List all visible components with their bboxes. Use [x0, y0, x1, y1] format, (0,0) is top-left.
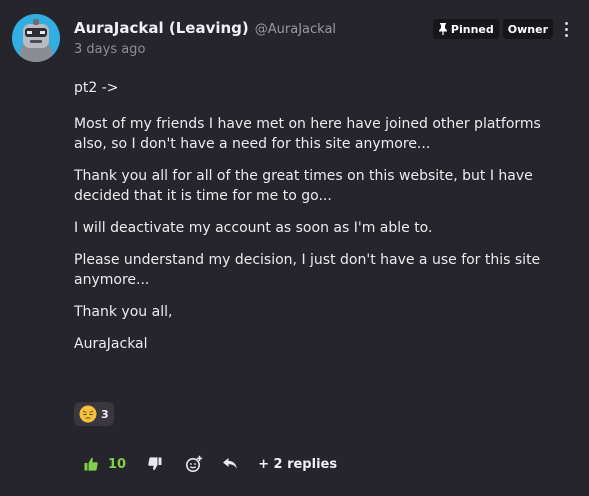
like-button[interactable]: 10 [84, 457, 126, 472]
post-body: pt2 -> Most of my friends I have met on … [74, 78, 574, 366]
post-paragraph: Thank you all for all of the great times… [74, 168, 533, 204]
pinned-badge: Pinned [432, 19, 499, 39]
more-options-icon[interactable] [559, 19, 573, 39]
post-paragraph: AuraJackal [74, 336, 148, 352]
add-reaction-button[interactable] [185, 455, 203, 473]
reaction-chip[interactable]: 3 [74, 402, 114, 426]
post-paragraph: pt2 -> [74, 80, 119, 96]
thumbs-up-icon [84, 457, 98, 471]
post-badges: Pinned Owner [432, 19, 573, 39]
like-count: 10 [108, 456, 127, 472]
avatar[interactable] [12, 14, 60, 62]
author-name[interactable]: AuraJackal (Leaving) [74, 19, 249, 37]
pin-icon [438, 23, 447, 35]
pensive-face-icon [79, 405, 97, 423]
owner-label: Owner [507, 22, 548, 36]
dislike-button[interactable] [148, 457, 162, 471]
post-paragraph: Please understand my decision, I just do… [74, 252, 541, 288]
post-paragraph: Most of my friends I have met on here ha… [74, 116, 541, 152]
post-actions: 10 + 2 replies [84, 452, 337, 476]
reply-arrow-icon [223, 458, 237, 469]
post-paragraph: I will deactivate my account as soon as … [74, 220, 433, 236]
post-paragraph: Thank you all, [74, 304, 173, 320]
post-timestamp: 3 days ago [74, 42, 146, 57]
owner-badge: Owner [502, 19, 553, 39]
pinned-label: Pinned [450, 22, 494, 36]
show-replies-link[interactable]: + 2 replies [258, 457, 337, 472]
robot-avatar-icon [12, 14, 60, 62]
add-emoji-icon [186, 455, 203, 472]
author-handle[interactable]: @AuraJackal [255, 22, 336, 37]
post-header: AuraJackal (Leaving) @AuraJackal 3 days … [74, 19, 573, 63]
thumbs-down-icon [148, 457, 162, 471]
reaction-count: 3 [101, 407, 109, 421]
reply-button[interactable] [222, 457, 238, 471]
